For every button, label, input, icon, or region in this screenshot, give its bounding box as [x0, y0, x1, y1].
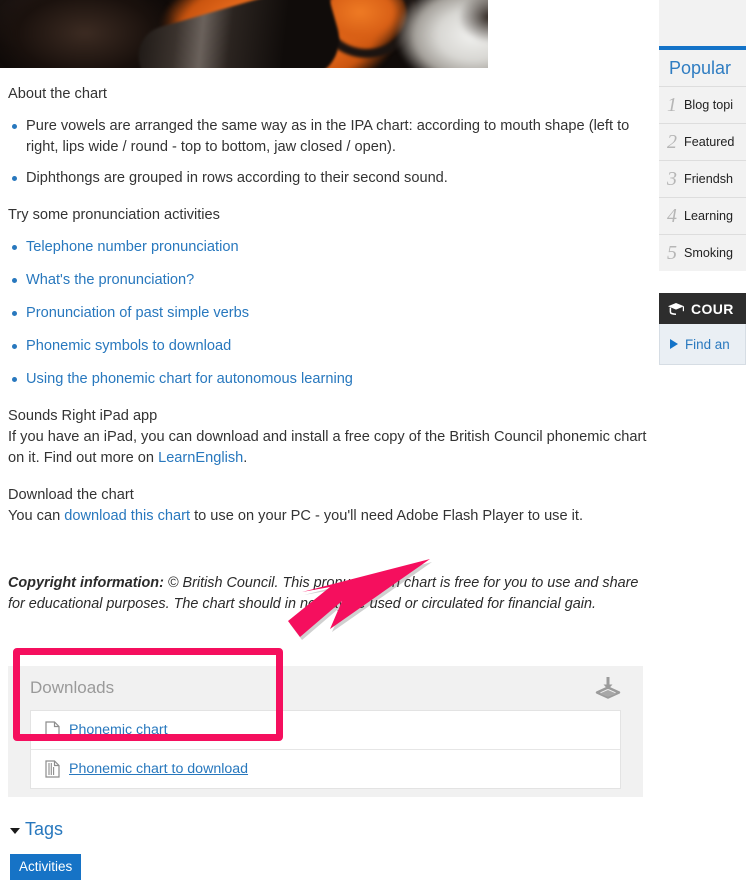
downloads-panel-header: Downloads [8, 666, 643, 710]
popular-list-item-5[interactable]: 5 Smoking [659, 235, 746, 271]
rank-number: 3 [667, 167, 677, 190]
article-hero-image [0, 0, 488, 68]
link-phonemic-chart-to-download[interactable]: Phonemic chart to download [69, 761, 248, 777]
list-item: What's the pronunciation? [8, 270, 647, 291]
list-item: Pronunciation of past simple verbs [8, 303, 647, 324]
download-the-chart-heading: Download the chart [8, 487, 134, 503]
popular-item-label[interactable]: Learning [684, 209, 733, 223]
chevron-down-icon[interactable] [10, 827, 20, 834]
download-text-before: You can [8, 508, 65, 524]
tags-section: Tags Activities [0, 819, 655, 880]
about-bullet-item: Diphthongs are grouped in rows according… [8, 168, 647, 189]
link-whats-the-pronunciation[interactable]: What's the pronunciation? [26, 272, 194, 288]
about-bullet-list: Pure vowels are arranged the same way as… [8, 116, 647, 189]
popular-list-item-2[interactable]: 2 Featured [659, 124, 746, 161]
list-item[interactable]: Phonemic chart [31, 711, 620, 750]
rank-number: 1 [667, 93, 677, 116]
triangle-right-icon [670, 339, 678, 349]
rank-number: 4 [667, 204, 677, 227]
popular-list-item-3[interactable]: 3 Friendsh [659, 161, 746, 198]
about-the-chart-heading: About the chart [8, 86, 107, 102]
popular-item-label[interactable]: Smoking [684, 246, 733, 260]
popular-list-item-4[interactable]: 4 Learning [659, 198, 746, 235]
popular-list-item-1[interactable]: 1 Blog topi [659, 87, 746, 124]
file-archive-icon [45, 760, 60, 778]
downloads-title: Downloads [30, 677, 115, 697]
activity-link-list: Telephone number pronunciation What's th… [8, 237, 647, 390]
file-document-icon [45, 721, 60, 739]
download-tray-icon[interactable] [595, 675, 621, 701]
copyright-information: Copyright information: © British Council… [8, 573, 647, 615]
article-content-column: About the chart Pure vowels are arranged… [0, 0, 655, 880]
popular-item-label[interactable]: Friendsh [684, 172, 733, 186]
hero-dark-right-layer [460, 0, 488, 42]
list-item[interactable]: Phonemic chart to download [31, 750, 620, 788]
about-bullet-item: Pure vowels are arranged the same way as… [8, 116, 647, 158]
ipad-text-after: . [243, 450, 248, 466]
link-download-this-chart[interactable]: download this chart [64, 508, 190, 524]
popular-widget: Popular 1 Blog topi 2 Featured 3 Friends… [659, 46, 746, 271]
link-pronunciation-past-simple-verbs[interactable]: Pronunciation of past simple verbs [26, 305, 249, 321]
tag-chip-activities[interactable]: Activities [10, 853, 82, 880]
copyright-label: Copyright information: [8, 575, 164, 592]
link-telephone-number-pronunciation[interactable]: Telephone number pronunciation [26, 239, 239, 255]
link-using-phonemic-chart-autonomous-learning[interactable]: Using the phonemic chart for autonomous … [26, 371, 353, 387]
ipad-app-heading: Sounds Right iPad app [8, 408, 158, 424]
popular-list: 1 Blog topi 2 Featured 3 Friendsh 4 Lear… [659, 86, 746, 271]
popular-widget-title: Popular [669, 58, 732, 78]
courses-widget-body: Find an [659, 324, 746, 365]
list-item: Telephone number pronunciation [8, 237, 647, 258]
link-learnenglish[interactable]: LearnEnglish [158, 450, 243, 466]
article-body: About the chart Pure vowels are arranged… [0, 84, 655, 615]
popular-item-label[interactable]: Blog topi [684, 98, 733, 112]
rank-number: 5 [667, 241, 677, 264]
graduation-cap-icon [667, 302, 685, 315]
rank-number: 2 [667, 130, 677, 153]
ipad-text-before: If you have an iPad, you can download an… [8, 429, 647, 466]
link-phonemic-chart[interactable]: Phonemic chart [69, 722, 168, 738]
courses-widget-title: COUR [691, 300, 734, 317]
list-item: Using the phonemic chart for autonomous … [8, 369, 647, 390]
link-find-a-course[interactable]: Find an [685, 337, 730, 352]
sidebar: Popular 1 Blog topi 2 Featured 3 Friends… [659, 0, 746, 365]
link-phonemic-symbols-to-download[interactable]: Phonemic symbols to download [26, 338, 231, 354]
list-item: Phonemic symbols to download [8, 336, 647, 357]
courses-widget: COUR Find an [659, 293, 746, 365]
download-the-chart-paragraph: You can download this chart to use on yo… [8, 506, 647, 527]
activities-heading: Try some pronunciation activities [8, 207, 220, 223]
downloads-panel: Downloads Phonemic chart Phonemic chart … [8, 665, 643, 797]
page-root: About the chart Pure vowels are arranged… [0, 0, 746, 880]
popular-item-label[interactable]: Featured [684, 135, 734, 149]
ipad-app-paragraph: If you have an iPad, you can download an… [8, 427, 647, 469]
sidebar-top-block [659, 0, 746, 46]
downloads-row-list: Phonemic chart Phonemic chart to downloa… [30, 709, 621, 789]
courses-widget-header: COUR [659, 293, 746, 324]
download-text-after: to use on your PC - you'll need Adobe Fl… [190, 508, 583, 524]
